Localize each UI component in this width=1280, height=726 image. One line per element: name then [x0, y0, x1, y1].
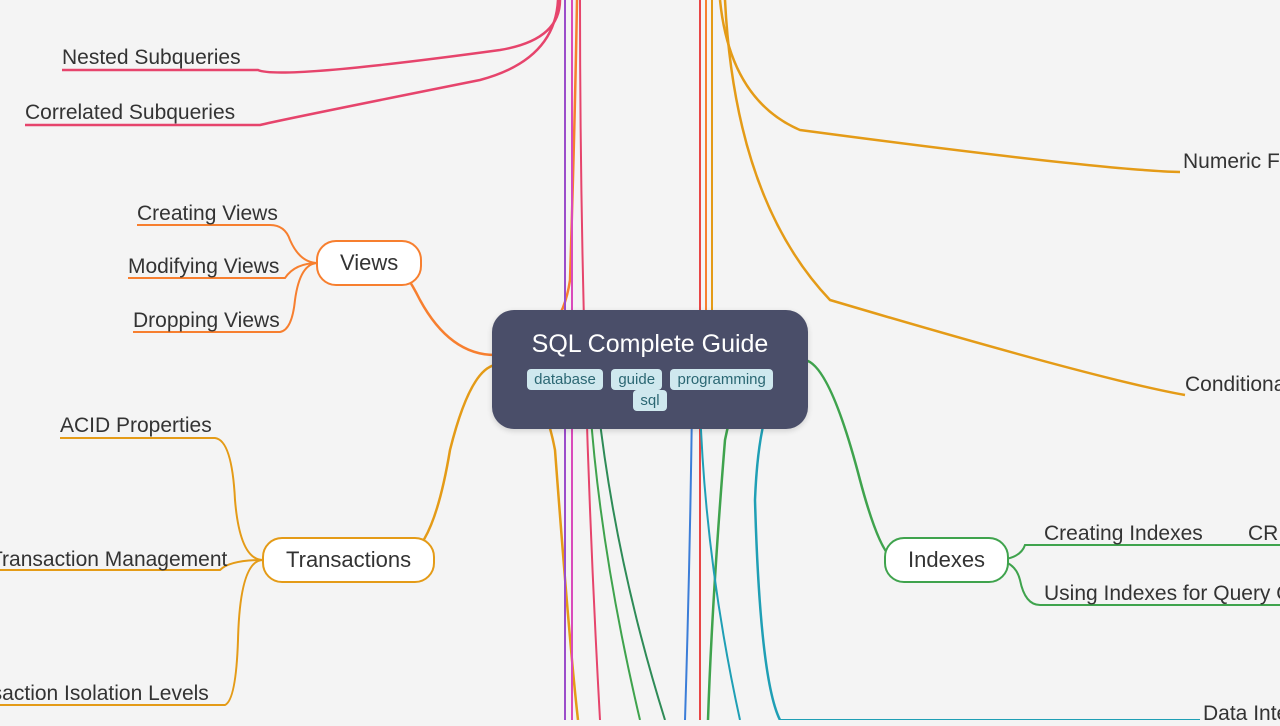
leaf-txn-mgmt[interactable]: Transaction Management: [0, 548, 227, 572]
leaf-cre[interactable]: CRE: [1248, 522, 1280, 546]
leaf-modifying-views[interactable]: Modifying Views: [128, 255, 279, 279]
leaf-conditional[interactable]: Conditiona: [1185, 373, 1280, 397]
tag-sql[interactable]: sql: [633, 390, 666, 411]
leaf-isolation[interactable]: nsaction Isolation Levels: [0, 682, 209, 706]
leaf-creating-indexes[interactable]: Creating Indexes: [1044, 522, 1203, 546]
center-title: SQL Complete Guide: [520, 330, 780, 359]
leaf-nested-subqueries[interactable]: Nested Subqueries: [62, 46, 241, 70]
leaf-data-int[interactable]: Data Inte: [1203, 702, 1280, 726]
center-tags: database guide programming sql: [520, 369, 780, 411]
node-indexes[interactable]: Indexes: [884, 537, 1009, 583]
node-transactions[interactable]: Transactions: [262, 537, 435, 583]
node-views[interactable]: Views: [316, 240, 422, 286]
tag-programming[interactable]: programming: [670, 369, 772, 390]
leaf-creating-views[interactable]: Creating Views: [137, 202, 278, 226]
tag-guide[interactable]: guide: [611, 369, 662, 390]
leaf-indexes-opt[interactable]: Using Indexes for Query Opt: [1044, 582, 1280, 606]
leaf-acid[interactable]: ACID Properties: [60, 414, 212, 438]
center-node[interactable]: SQL Complete Guide database guide progra…: [492, 310, 808, 429]
leaf-numeric-fn[interactable]: Numeric Fu: [1183, 150, 1280, 174]
leaf-dropping-views[interactable]: Dropping Views: [133, 309, 280, 333]
tag-database[interactable]: database: [527, 369, 603, 390]
leaf-correlated-subqueries[interactable]: Correlated Subqueries: [25, 101, 235, 125]
